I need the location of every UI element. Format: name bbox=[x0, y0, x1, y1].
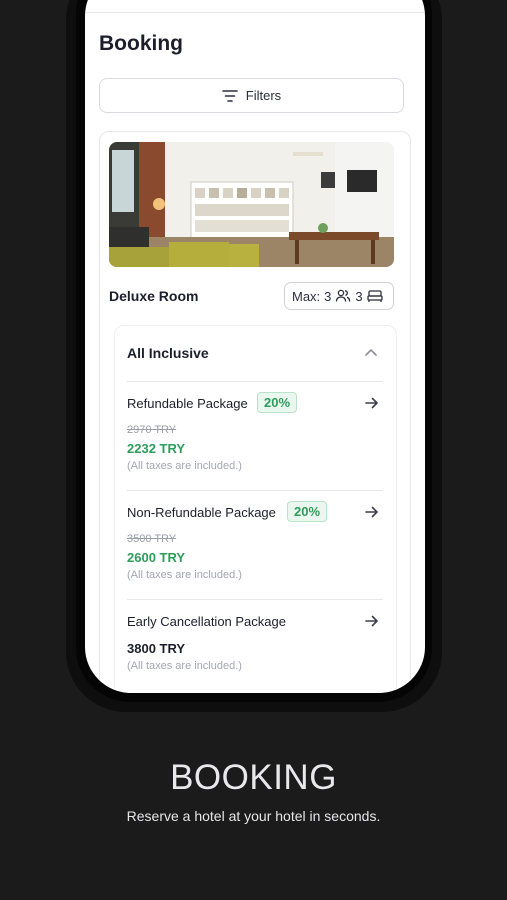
tax-note: (All taxes are included.) bbox=[127, 569, 242, 581]
tax-note: (All taxes are included.) bbox=[127, 460, 242, 472]
divider bbox=[127, 490, 383, 491]
phone-screen: Booking Filters Deluxe Room Max: 3 3 All… bbox=[85, 0, 425, 693]
arrow-right-icon[interactable] bbox=[364, 505, 380, 519]
arrow-right-icon[interactable] bbox=[364, 396, 380, 410]
filters-button[interactable]: Filters bbox=[99, 78, 404, 113]
board-title[interactable]: All Inclusive bbox=[127, 345, 209, 361]
divider bbox=[127, 381, 383, 382]
header-divider bbox=[85, 12, 425, 13]
room-photo[interactable] bbox=[109, 142, 394, 267]
capacity-beds: 3 bbox=[355, 288, 363, 304]
capacity-max-label: Max: bbox=[292, 288, 321, 304]
filter-lines-icon bbox=[221, 89, 238, 102]
bed-icon bbox=[366, 290, 383, 302]
promo-headline: BOOKING bbox=[170, 758, 337, 797]
room-name: Deluxe Room bbox=[109, 288, 199, 304]
package-name[interactable]: Non-Refundable Package bbox=[127, 505, 276, 520]
capacity-pill: Max: 3 3 bbox=[284, 282, 394, 310]
price: 2232 TRY bbox=[127, 441, 186, 456]
package-name[interactable]: Refundable Package bbox=[127, 396, 248, 411]
guests-icon bbox=[336, 289, 351, 302]
discount-badge: 20% bbox=[287, 501, 328, 522]
page-title: Booking bbox=[99, 32, 183, 55]
capacity-guests: 3 bbox=[324, 288, 332, 304]
old-price: 2970 TRY bbox=[127, 424, 177, 436]
tax-note: (All taxes are included.) bbox=[127, 660, 242, 672]
package-name[interactable]: Early Cancellation Package bbox=[127, 614, 286, 629]
discount-badge: 20% bbox=[257, 392, 298, 413]
price: 2600 TRY bbox=[127, 550, 186, 565]
filters-label: Filters bbox=[245, 88, 282, 103]
promo-subtitle: Reserve a hotel at your hotel in seconds… bbox=[126, 808, 381, 824]
divider bbox=[127, 599, 383, 600]
arrow-right-icon[interactable] bbox=[364, 614, 380, 628]
price: 3800 TRY bbox=[127, 641, 186, 656]
room-photo-illustration bbox=[109, 142, 394, 267]
chevron-up-icon[interactable] bbox=[364, 347, 378, 357]
old-price: 3500 TRY bbox=[127, 533, 177, 545]
